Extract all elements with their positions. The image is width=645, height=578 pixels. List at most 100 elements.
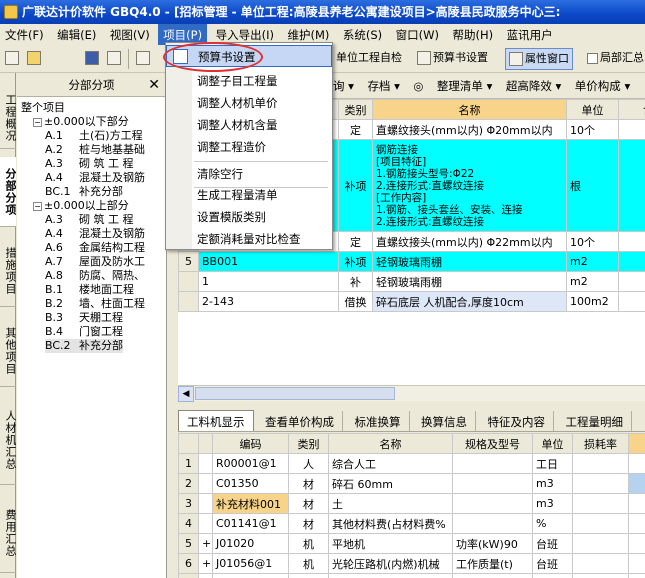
menu-file[interactable]: 文件(F) xyxy=(0,24,49,45)
tab-features-content[interactable]: 特征及内容 xyxy=(480,411,554,431)
material-spec[interactable] xyxy=(452,473,533,494)
table-row[interactable]: 1 R00001@1 人综合人工 工日 xyxy=(178,453,645,474)
expand-icon[interactable]: + xyxy=(198,533,213,554)
material-code[interactable]: J01020 xyxy=(212,533,289,554)
tab-standard-conversion[interactable]: 标准换算 xyxy=(347,411,410,431)
menu-item-adjust-unit-price[interactable]: 调整人材机单价 xyxy=(166,92,332,114)
item-type[interactable]: 借换 xyxy=(338,291,373,312)
item-code[interactable]: 2-143 xyxy=(198,291,339,312)
unit-project-check-button[interactable]: 单位工程自检 xyxy=(333,48,405,70)
material-category[interactable]: 机 xyxy=(288,553,329,574)
print-button[interactable] xyxy=(104,48,126,70)
item-type[interactable]: 定 xyxy=(338,231,373,252)
material-name[interactable]: 光轮压路机(内燃)机械 xyxy=(328,573,453,578)
scroll-left-icon[interactable]: ◀ xyxy=(178,386,194,402)
table-row[interactable]: 3 补充材料001 材土 m3 xyxy=(178,493,645,514)
binoculars-icon[interactable]: ◎ xyxy=(408,74,428,98)
material-name[interactable]: 土 xyxy=(328,493,453,514)
row-number[interactable]: 1 xyxy=(178,453,199,474)
col-name-header[interactable]: 名称 xyxy=(372,99,567,120)
table-row[interactable]: 1 补轻钢玻璃雨棚 m2 xyxy=(178,271,645,292)
material-category[interactable]: 机 xyxy=(288,533,329,554)
menu-item-adjust-cost[interactable]: 调整工程造价 xyxy=(166,136,332,158)
unit-price-menu[interactable]: 单价构成 ▾ xyxy=(570,73,635,98)
tab-labor-material-summary[interactable]: 人材机汇总 xyxy=(0,395,16,485)
table-row[interactable]: 5 BB001 补项 轻钢玻璃雨棚 m2 xyxy=(178,251,645,272)
menu-help[interactable]: 帮助(H) xyxy=(448,24,499,45)
material-unit[interactable]: m3 xyxy=(532,493,573,514)
tree-node[interactable]: A.3 砌 筑 工 程 xyxy=(45,157,134,171)
tab-conversion-info[interactable]: 换算信息 xyxy=(413,411,476,431)
item-name[interactable]: 直螺纹接头(mm以内) Φ20mm以内 xyxy=(372,119,567,140)
table-row[interactable]: 7+J01058机光轮压路机(内燃)机械工作质量(t)台班 xyxy=(178,573,645,578)
tree-node[interactable]: BC.1 补充分部 xyxy=(45,185,123,199)
item-unit[interactable]: 100m2 xyxy=(566,291,619,312)
item-type[interactable]: 补项 xyxy=(338,139,373,232)
expand-icon[interactable]: + xyxy=(198,553,213,574)
tab-subitems[interactable]: 分部分项 xyxy=(0,157,16,227)
expand-icon[interactable] xyxy=(198,473,213,494)
table-row[interactable]: 2-143 借换 碎石底层 人机配合,厚度10cm 100m2 xyxy=(178,291,645,312)
tree-node[interactable]: B.1 楼地面工程 xyxy=(45,283,134,297)
item-name[interactable]: 直螺纹接头(mm以内) Φ22mm以内 xyxy=(372,231,567,252)
col-type-header[interactable]: 类别 xyxy=(338,99,373,120)
material-unit[interactable]: 台班 xyxy=(532,553,573,574)
table-row[interactable]: 4 C01141@1 材其他材料费(占材料费%% xyxy=(178,513,645,534)
row-number[interactable]: 7 xyxy=(178,573,199,578)
tab-measures[interactable]: 措施项目 xyxy=(0,235,16,307)
material-name[interactable]: 平地机 xyxy=(328,533,453,554)
row-number[interactable]: 2 xyxy=(178,473,199,494)
tree-node[interactable]: A.2 桩与地基基础 xyxy=(45,143,145,157)
tab-labor-material-display[interactable]: 工料机显示 xyxy=(178,410,254,431)
item-type[interactable]: 补项 xyxy=(338,251,373,272)
row-number[interactable]: 3 xyxy=(178,493,199,514)
tab-quantity-detail[interactable]: 工程量明细 xyxy=(558,411,632,431)
menu-user[interactable]: 蓝讯用户 xyxy=(502,24,558,45)
expand-icon[interactable] xyxy=(198,513,213,534)
menu-view[interactable]: 视图(V) xyxy=(105,24,155,45)
item-unit[interactable]: 10个 xyxy=(566,119,619,140)
material-spec[interactable]: 工作质量(t) xyxy=(452,553,533,574)
material-category[interactable]: 材 xyxy=(288,513,329,534)
item-name[interactable]: 钢筋连接 [项目特征] 1.钢筋接头型号:Φ22 2.连接形式:直螺纹连接 [工… xyxy=(372,139,567,232)
tree-node[interactable]: − ±0.000以下部分 xyxy=(33,115,129,129)
cut-button[interactable] xyxy=(133,48,155,70)
material-unit[interactable]: 台班 xyxy=(532,573,573,578)
material-name[interactable]: 综合人工 xyxy=(328,453,453,474)
close-icon[interactable]: ✕ xyxy=(148,73,160,97)
material-category[interactable]: 人 xyxy=(288,453,329,474)
row-number[interactable]: 5 xyxy=(178,533,199,554)
material-spec[interactable]: 工作质量(t) xyxy=(452,573,533,578)
tree-node[interactable]: A.6 金属结构工程 xyxy=(45,241,145,255)
tree-node[interactable]: 整个项目 xyxy=(21,101,65,115)
tree-node[interactable]: B.2 墙、柱面工程 xyxy=(45,297,145,311)
tab-unit-price-composition[interactable]: 查看单价构成 xyxy=(257,411,343,431)
menu-item-template-category[interactable]: 设置模版类别 xyxy=(166,206,332,228)
row-number[interactable] xyxy=(178,291,199,312)
item-name[interactable]: 轻钢玻璃雨棚 xyxy=(372,251,567,272)
col-unit-header[interactable]: 单位 xyxy=(566,99,619,120)
material-category[interactable]: 机 xyxy=(288,573,329,578)
item-code[interactable]: 1 xyxy=(198,271,339,292)
menu-item-clear-empty-rows[interactable]: 清除空行 xyxy=(166,163,332,185)
item-unit[interactable]: 根 xyxy=(566,139,619,232)
expand-icon[interactable] xyxy=(198,453,213,474)
archive-menu[interactable]: 存档 ▾ xyxy=(362,73,404,98)
table-row[interactable]: 6 + J01056@1 机光轮压路机(内燃)机械 工作质量(t) 台班 xyxy=(178,553,645,574)
material-name[interactable]: 其他材料费(占材料费% xyxy=(328,513,453,534)
horizontal-scrollbar[interactable]: ◀ xyxy=(178,385,645,402)
scrollbar-thumb[interactable] xyxy=(195,387,395,400)
tree-node[interactable]: A.4 混凝土及钢筋 xyxy=(45,227,145,241)
material-unit[interactable]: 台班 xyxy=(532,533,573,554)
table-row[interactable]: 5 + J01020 机平地机 功率(kW)90 台班 xyxy=(178,533,645,554)
item-unit[interactable]: 10个 xyxy=(566,231,619,252)
col-code-header[interactable]: 编码 xyxy=(212,433,289,454)
menu-item-consumption-check[interactable]: 定额消耗量对比检查 xyxy=(166,228,332,250)
row-number[interactable]: 6 xyxy=(178,553,199,574)
save-button[interactable] xyxy=(82,48,104,70)
item-code[interactable]: BB001 xyxy=(198,251,339,272)
col-material-name-header[interactable]: 名称 xyxy=(328,433,453,454)
property-window-button[interactable]: 属性窗口 xyxy=(505,48,573,70)
tree-node[interactable]: B.4 门窗工程 xyxy=(45,325,123,339)
material-name[interactable]: 光轮压路机(内燃)机械 xyxy=(328,553,453,574)
